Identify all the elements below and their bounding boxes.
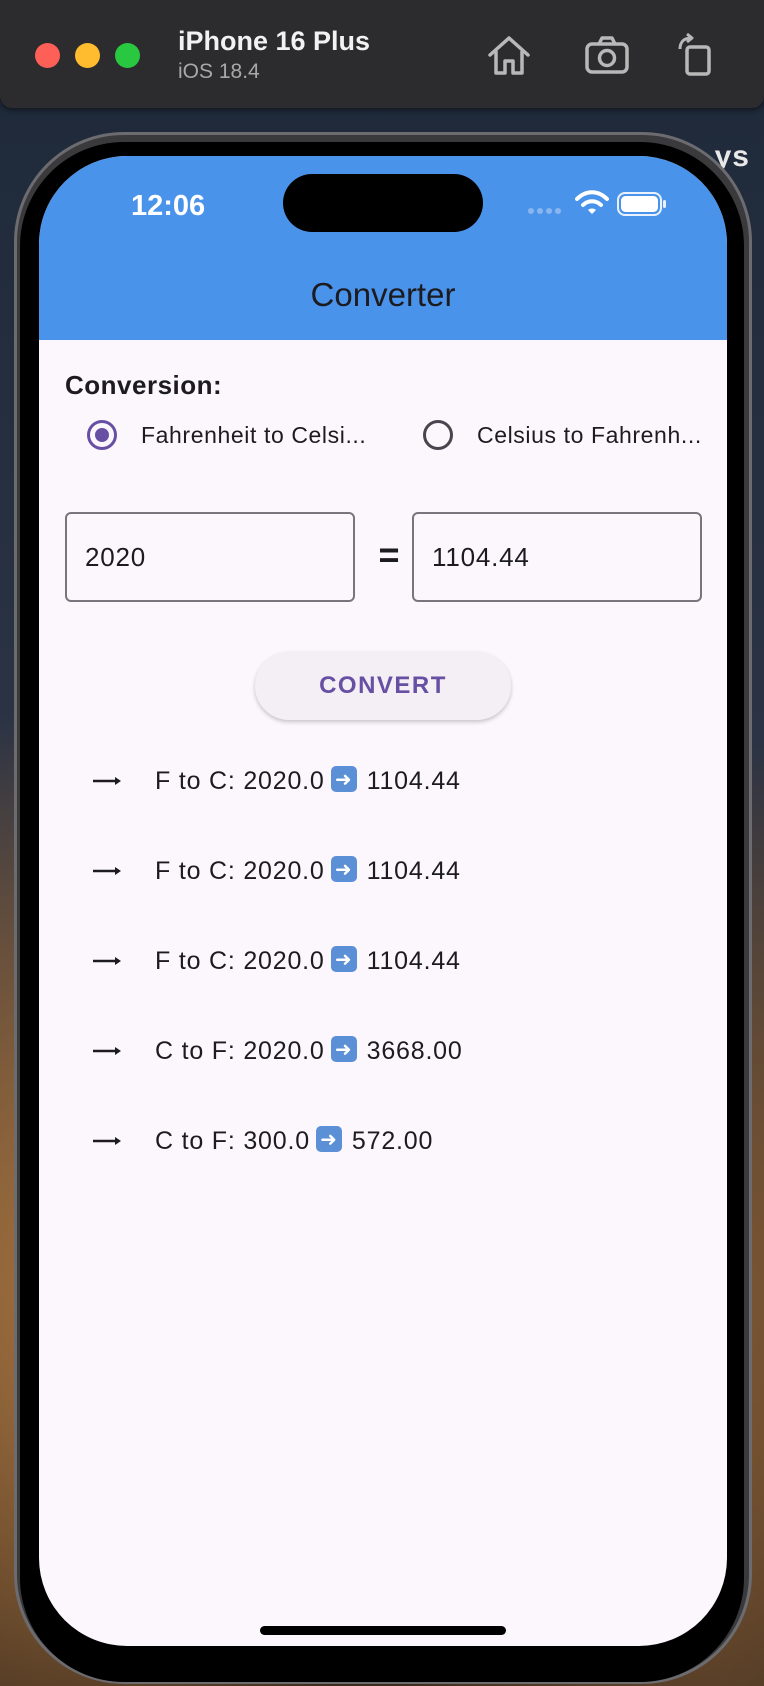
page-title: Converter xyxy=(310,276,456,313)
equals-sign: = xyxy=(378,534,400,575)
close-window-button[interactable] xyxy=(35,43,60,68)
arrow-right-icon xyxy=(93,867,121,875)
radio-button-unselected[interactable] xyxy=(423,420,453,450)
home-icon[interactable] xyxy=(486,33,532,77)
rotate-device-icon[interactable] xyxy=(674,33,720,77)
radio-label-c-to-f: Celsius to Fahrenh... xyxy=(477,421,702,448)
list-item: C to F: 2020.0 3668.00 xyxy=(39,1004,727,1094)
zoom-window-button[interactable] xyxy=(115,43,140,68)
arrow-emoji-icon xyxy=(330,766,357,792)
app-bar: 12:06 Converter xyxy=(39,156,727,340)
arrow-right-icon xyxy=(93,1047,121,1055)
result-output-field[interactable] xyxy=(412,512,702,602)
device-os-version: iOS 18.4 xyxy=(178,60,260,83)
temperature-input-field[interactable] xyxy=(65,512,355,602)
radio-button-selected[interactable] xyxy=(87,420,117,450)
history-entry-result: 572.00 xyxy=(351,1127,434,1155)
battery-icon xyxy=(617,192,666,216)
convert-button[interactable]: CONVERT xyxy=(255,652,511,720)
radio-option-f-to-c[interactable]: Fahrenheit to Celsi... xyxy=(87,414,366,456)
arrow-right-icon xyxy=(93,777,121,785)
cellular-signal-icon xyxy=(528,208,561,214)
radio-option-c-to-f[interactable]: Celsius to Fahrenh... xyxy=(423,414,702,456)
simulator-titlebar: iPhone 16 Plus iOS 18.4 xyxy=(0,0,764,108)
conversion-history-list: F to C: 2020.0 1104.44 F to C: 2020.0 1104… xyxy=(39,734,727,1184)
history-entry-result: 1104.44 xyxy=(366,947,461,975)
minimize-window-button[interactable] xyxy=(75,43,100,68)
list-item: F to C: 2020.0 1104.44 xyxy=(39,734,727,824)
arrow-right-icon xyxy=(93,1137,121,1145)
history-entry-text: C to F: 2020.0 3668.00 xyxy=(155,1036,463,1066)
list-item: F to C: 2020.0 1104.44 xyxy=(39,914,727,1004)
wifi-icon xyxy=(575,190,609,214)
device-name: iPhone 16 Plus xyxy=(178,26,371,56)
list-item: F to C: 2020.0 1104.44 xyxy=(39,824,727,914)
home-indicator[interactable] xyxy=(260,1626,506,1635)
arrow-emoji-icon xyxy=(330,946,357,972)
history-entry-text: F to C: 2020.0 1104.44 xyxy=(155,856,461,886)
history-entry-result: 3668.00 xyxy=(366,1037,463,1065)
status-bar-time: 12:06 xyxy=(131,190,206,222)
history-entry-result: 1104.44 xyxy=(366,767,461,795)
radio-label-f-to-c: Fahrenheit to Celsi... xyxy=(141,421,367,448)
conversion-label: Conversion: xyxy=(65,370,223,400)
history-entry-result: 1104.44 xyxy=(366,857,461,885)
arrow-emoji-icon xyxy=(330,1036,357,1062)
history-entry-prefix: F to C: 2020.0 xyxy=(155,947,325,975)
history-entry-prefix: F to C: 2020.0 xyxy=(155,857,325,885)
history-entry-text: F to C: 2020.0 1104.44 xyxy=(155,946,461,976)
screenshot-camera-icon[interactable] xyxy=(584,33,630,77)
arrow-emoji-icon xyxy=(315,1126,342,1152)
history-entry-prefix: C to F: 2020.0 xyxy=(155,1037,325,1065)
phone-screen: 12:06 Converter Conversion: Fahrenheit t… xyxy=(39,156,727,1646)
arrow-right-icon xyxy=(93,957,121,965)
history-entry-text: C to F: 300.0 572.00 xyxy=(155,1126,433,1156)
list-item: C to F: 300.0 572.00 xyxy=(39,1094,727,1184)
history-entry-prefix: F to C: 2020.0 xyxy=(155,767,325,795)
arrow-emoji-icon xyxy=(330,856,357,882)
history-entry-text: F to C: 2020.0 1104.44 xyxy=(155,766,461,796)
history-entry-prefix: C to F: 300.0 xyxy=(155,1127,310,1155)
dynamic-island xyxy=(283,174,483,232)
